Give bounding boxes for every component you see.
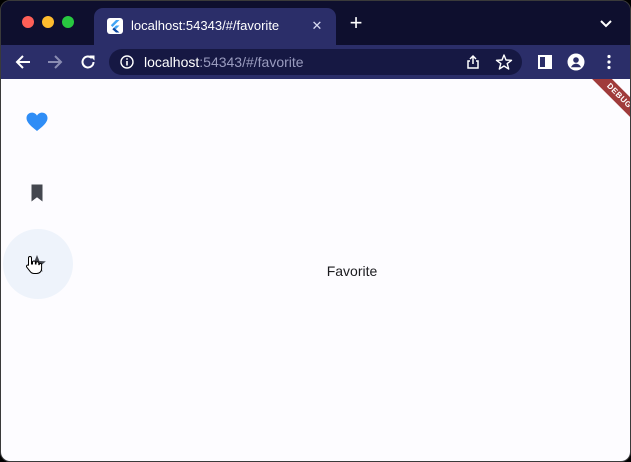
- rail-destination-bookmark[interactable]: [21, 179, 53, 211]
- new-tab-button[interactable]: +: [346, 12, 366, 34]
- tab-title: localhost:54343/#/favorite: [131, 18, 280, 33]
- tab-search-chevron-icon[interactable]: [599, 17, 613, 29]
- url-host: localhost: [144, 54, 200, 70]
- bookmark-star-icon[interactable]: [495, 53, 513, 71]
- more-vert-icon[interactable]: [600, 53, 618, 71]
- app-page: Favorite DEBUG: [1, 79, 630, 461]
- share-icon[interactable]: [464, 53, 482, 71]
- tab-close-icon[interactable]: ✕: [308, 17, 326, 35]
- back-arrow-icon[interactable]: [14, 53, 32, 71]
- flutter-favicon-icon: [107, 18, 123, 34]
- close-window-button[interactable]: [22, 16, 34, 28]
- debug-banner: DEBUG: [585, 79, 630, 130]
- rail-destination-favorite[interactable]: [21, 108, 53, 140]
- minimize-window-button[interactable]: [42, 16, 54, 28]
- reload-icon[interactable]: [79, 53, 97, 71]
- address-bar[interactable]: localhost:54343/#/favorite: [109, 49, 522, 75]
- page-label: Favorite: [326, 263, 378, 279]
- browser-tab[interactable]: localhost:54343/#/favorite ✕: [94, 8, 336, 45]
- browser-toolbar: localhost:54343/#/favorite: [1, 45, 630, 79]
- bookmark-icon: [30, 184, 44, 207]
- browser-window: localhost:54343/#/favorite ✕ + localhost…: [0, 0, 631, 462]
- profile-avatar-icon[interactable]: [567, 53, 585, 71]
- zoom-window-button[interactable]: [62, 16, 74, 28]
- url-text: localhost:54343/#/favorite: [144, 54, 304, 70]
- side-panel-icon[interactable]: [536, 53, 554, 71]
- site-info-icon[interactable]: [120, 55, 134, 69]
- heart-icon: [26, 112, 48, 137]
- url-path: :54343/#/favorite: [199, 54, 304, 70]
- tab-strip: localhost:54343/#/favorite ✕ +: [1, 1, 630, 45]
- forward-arrow-icon[interactable]: [46, 53, 64, 71]
